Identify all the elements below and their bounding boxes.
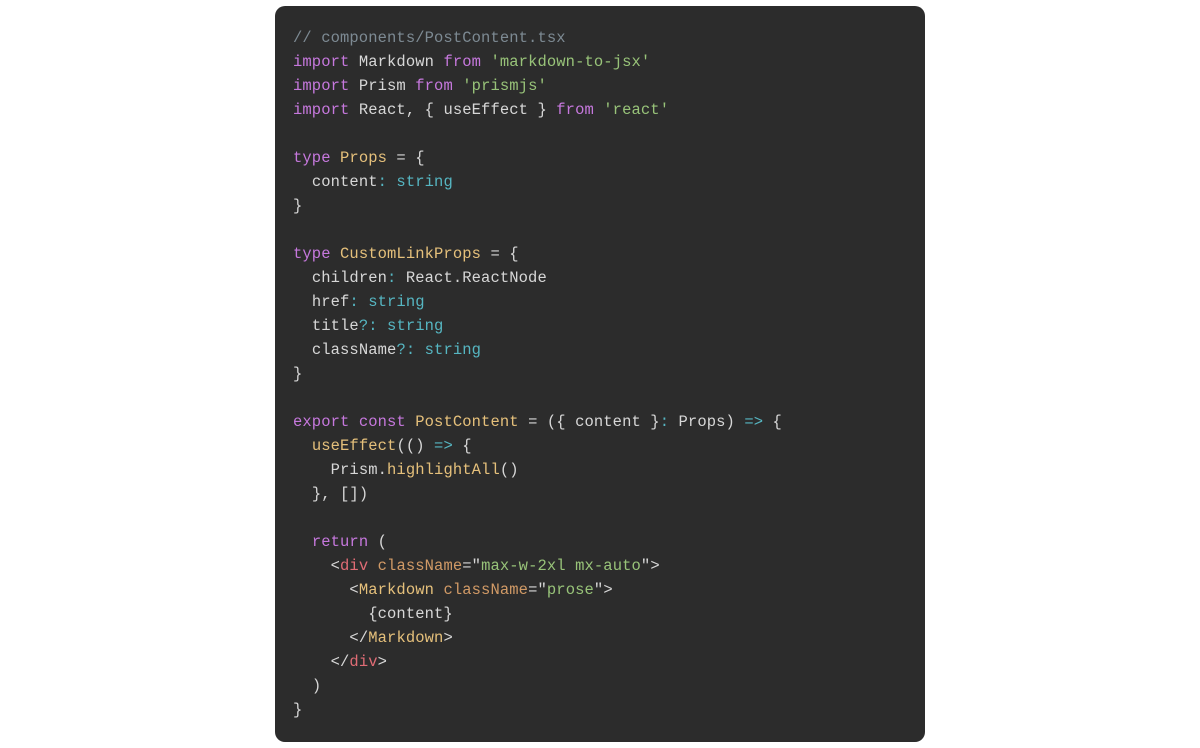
code-line-12: href: string [293,293,425,311]
code-line-19: Prism.highlightAll() [293,461,519,479]
code-line-23: <div className="max-w-2xl mx-auto"> [293,557,660,575]
code-line-11: children: React.ReactNode [293,269,547,287]
code-line-14: className?: string [293,341,481,359]
code-line-25: {content} [293,605,453,623]
code-line-20: }, []) [293,485,368,503]
code-line-3: import Prism from 'prismjs' [293,77,547,95]
code-line-17: export const PostContent = ({ content }:… [293,413,782,431]
code-line-1: // components/PostContent.tsx [293,29,566,47]
code-line-18: useEffect(() => { [293,437,472,455]
page: // components/PostContent.tsx import Mar… [0,0,1200,748]
code-line-6: type Props = { [293,149,425,167]
code-line-27: </div> [293,653,387,671]
code-line-24: <Markdown className="prose"> [293,581,613,599]
code-line-10: type CustomLinkProps = { [293,245,519,263]
code-line-28: ) [293,677,321,695]
code-line-2: import Markdown from 'markdown-to-jsx' [293,53,650,71]
code-line-4: import React, { useEffect } from 'react' [293,101,669,119]
code-line-29: } [293,701,302,719]
code-line-15: } [293,365,302,383]
code-content: // components/PostContent.tsx import Mar… [293,26,907,722]
code-line-8: } [293,197,302,215]
code-line-7: content: string [293,173,453,191]
code-line-13: title?: string [293,317,443,335]
code-line-22: return ( [293,533,387,551]
code-block: // components/PostContent.tsx import Mar… [275,6,925,742]
code-line-26: </Markdown> [293,629,453,647]
